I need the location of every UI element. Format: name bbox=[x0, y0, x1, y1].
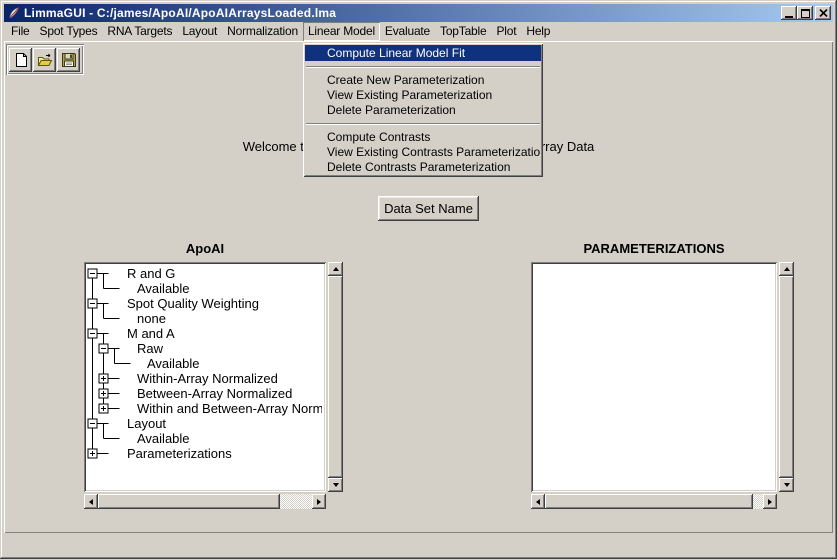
arrow-down-icon bbox=[333, 483, 339, 487]
scrollbar-track[interactable] bbox=[280, 494, 312, 509]
menu-item-compute-contrasts[interactable]: Compute Contrasts bbox=[305, 130, 541, 145]
dataset-tree-listbox[interactable]: R and GAvailableSpot Quality Weightingno… bbox=[84, 262, 326, 492]
menu-plot[interactable]: Plot bbox=[491, 22, 521, 41]
tree-item-label[interactable]: Within and Between-Array Normalized bbox=[137, 401, 322, 416]
window-controls bbox=[781, 6, 831, 20]
scroll-left-button[interactable] bbox=[531, 494, 545, 509]
tree-item-label[interactable]: none bbox=[137, 311, 166, 326]
scroll-up-button[interactable] bbox=[779, 262, 794, 276]
right-list-horizontal-scrollbar bbox=[531, 494, 777, 509]
minimize-button[interactable] bbox=[781, 6, 797, 20]
tree-item-label[interactable]: Within-Array Normalized bbox=[137, 371, 278, 386]
scrollbar-track[interactable] bbox=[753, 494, 763, 509]
tree-item-label[interactable]: Layout bbox=[127, 416, 166, 431]
arrow-right-icon bbox=[317, 499, 321, 505]
menu-layout[interactable]: Layout bbox=[177, 22, 222, 41]
menu-help[interactable]: Help bbox=[521, 22, 555, 41]
menu-item-delete-contrasts-parameterization[interactable]: Delete Contrasts Parameterization bbox=[305, 160, 541, 175]
right-list-vertical-scrollbar bbox=[779, 262, 794, 492]
dataset-tree: R and GAvailableSpot Quality Weightingno… bbox=[86, 264, 322, 490]
arrow-left-icon bbox=[536, 499, 540, 505]
left-tree-vertical-scrollbar bbox=[328, 262, 343, 492]
linear-model-menu: Compute Linear Model Fit Create New Param… bbox=[303, 43, 543, 177]
menu-rna-targets[interactable]: RNA Targets bbox=[102, 22, 177, 41]
scroll-right-button[interactable] bbox=[312, 494, 326, 509]
menu-bar: FileSpot TypesRNA TargetsLayoutNormaliza… bbox=[4, 22, 833, 41]
left-tree-horizontal-scrollbar bbox=[84, 494, 326, 509]
title-bar[interactable]: LimmaGUI - C:/james/ApoAI/ApoAIArraysLoa… bbox=[4, 4, 833, 22]
menu-item-view-existing-parameterization[interactable]: View Existing Parameterization bbox=[305, 88, 541, 103]
close-button[interactable] bbox=[815, 6, 831, 20]
new-file-icon bbox=[13, 52, 29, 68]
menu-normalization[interactable]: Normalization bbox=[222, 22, 303, 41]
app-window: LimmaGUI - C:/james/ApoAI/ApoAIArraysLoa… bbox=[0, 0, 837, 559]
close-icon bbox=[819, 9, 828, 17]
minimize-icon bbox=[785, 16, 793, 18]
menu-item-delete-parameterization[interactable]: Delete Parameterization bbox=[305, 103, 541, 118]
data-set-name-button[interactable]: Data Set Name bbox=[378, 196, 479, 221]
scroll-right-button[interactable] bbox=[763, 494, 777, 509]
toolbar bbox=[6, 44, 84, 75]
scrollbar-thumb[interactable] bbox=[328, 276, 343, 478]
arrow-up-icon bbox=[333, 267, 339, 271]
maximize-icon bbox=[801, 9, 810, 18]
arrow-right-icon bbox=[768, 499, 772, 505]
tree-item-label[interactable]: R and G bbox=[127, 266, 175, 281]
tree-item-label[interactable]: Available bbox=[137, 281, 190, 296]
new-file-button[interactable] bbox=[9, 48, 32, 72]
maximize-button[interactable] bbox=[797, 6, 813, 20]
arrow-left-icon bbox=[89, 499, 93, 505]
menu-spot-types[interactable]: Spot Types bbox=[35, 22, 103, 41]
tree-item-label[interactable]: Available bbox=[147, 356, 200, 371]
tk-feather-icon bbox=[7, 6, 21, 20]
menu-file[interactable]: File bbox=[6, 22, 35, 41]
tree-item-label[interactable]: Spot Quality Weighting bbox=[127, 296, 259, 311]
left-panel-title: ApoAI bbox=[84, 241, 326, 257]
scrollbar-thumb[interactable] bbox=[545, 494, 753, 509]
right-panel-title: PARAMETERIZATIONS bbox=[531, 241, 777, 257]
menu-item-view-existing-contrasts-parameterization[interactable]: View Existing Contrasts Parameterization bbox=[305, 145, 541, 160]
tree-item-label[interactable]: Parameterizations bbox=[127, 446, 232, 461]
scrollbar-thumb[interactable] bbox=[98, 494, 280, 509]
menu-separator bbox=[306, 66, 540, 68]
window-title: LimmaGUI - C:/james/ApoAI/ApoAIArraysLoa… bbox=[24, 6, 781, 20]
menu-linear-model[interactable]: Linear Model bbox=[303, 22, 380, 41]
arrow-up-icon bbox=[784, 267, 790, 271]
open-file-icon bbox=[37, 52, 53, 68]
tree-item-label[interactable]: Raw bbox=[137, 341, 164, 356]
open-file-button[interactable] bbox=[33, 48, 56, 72]
tree-item-label[interactable]: Available bbox=[137, 431, 190, 446]
scrollbar-thumb[interactable] bbox=[779, 276, 794, 478]
parameterizations-listbox[interactable] bbox=[531, 262, 777, 492]
menu-item-compute-linear-model-fit[interactable]: Compute Linear Model Fit bbox=[305, 45, 541, 61]
scroll-down-button[interactable] bbox=[328, 478, 343, 492]
scroll-left-button[interactable] bbox=[84, 494, 98, 509]
tree-item-label[interactable]: Between-Array Normalized bbox=[137, 386, 292, 401]
menu-item-create-new-parameterization[interactable]: Create New Parameterization bbox=[305, 73, 541, 88]
save-file-button[interactable] bbox=[57, 48, 80, 72]
save-file-icon bbox=[61, 52, 77, 68]
menu-separator bbox=[306, 123, 540, 125]
scroll-up-button[interactable] bbox=[328, 262, 343, 276]
menu-evaluate[interactable]: Evaluate bbox=[380, 22, 435, 41]
menu-toptable[interactable]: TopTable bbox=[435, 22, 491, 41]
scroll-down-button[interactable] bbox=[779, 478, 794, 492]
tree-item-label[interactable]: M and A bbox=[127, 326, 175, 341]
arrow-down-icon bbox=[784, 483, 790, 487]
